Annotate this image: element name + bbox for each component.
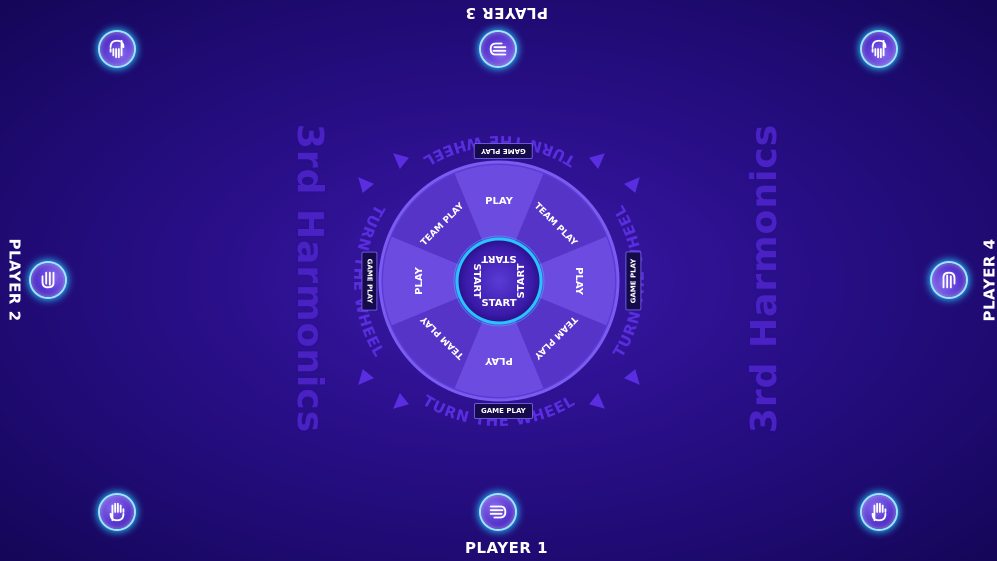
pointer-tag-right: GAME PLAY xyxy=(625,251,642,311)
spin-wheel[interactable]: PLAY TEAM PLAYPLAYTEAM PLAYPLAYTEAM PLAYP… xyxy=(378,160,620,402)
raised-hand-icon[interactable] xyxy=(862,32,896,66)
wheel-segment-label: PLAY xyxy=(485,196,513,207)
wheel-segment-label: PLAY xyxy=(414,266,425,294)
pointer-tag-left: GAME PLAY xyxy=(361,251,378,311)
pointer-tag-top: GAME PLAY xyxy=(474,143,533,159)
pointing-hand-icon[interactable] xyxy=(31,263,65,297)
raised-hand-icon[interactable] xyxy=(100,32,134,66)
raised-hand-icon[interactable] xyxy=(100,495,134,529)
start-label: START xyxy=(481,253,516,264)
player-4-label: PLAYER 4 xyxy=(980,238,997,322)
pointing-hand-icon[interactable] xyxy=(481,495,515,529)
player-3-label: PLAYER 3 xyxy=(465,4,549,22)
pointing-hand-icon[interactable] xyxy=(932,263,966,297)
wheel-segment-label: PLAY xyxy=(484,355,512,366)
player-1-label: PLAYER 1 xyxy=(465,539,549,557)
wheel-segment-label: PLAY xyxy=(573,267,584,295)
pointer-tag-bottom: GAME PLAY xyxy=(474,403,533,419)
start-label: START xyxy=(481,298,516,309)
start-label: START xyxy=(471,263,482,298)
brand-logo-right: 3rd Harmonics xyxy=(744,123,786,434)
start-button[interactable] xyxy=(455,237,543,325)
raised-hand-icon[interactable] xyxy=(862,495,896,529)
player-2-label: PLAYER 2 xyxy=(5,238,24,322)
start-label: START xyxy=(516,263,527,298)
pointing-hand-icon[interactable] xyxy=(481,32,515,66)
